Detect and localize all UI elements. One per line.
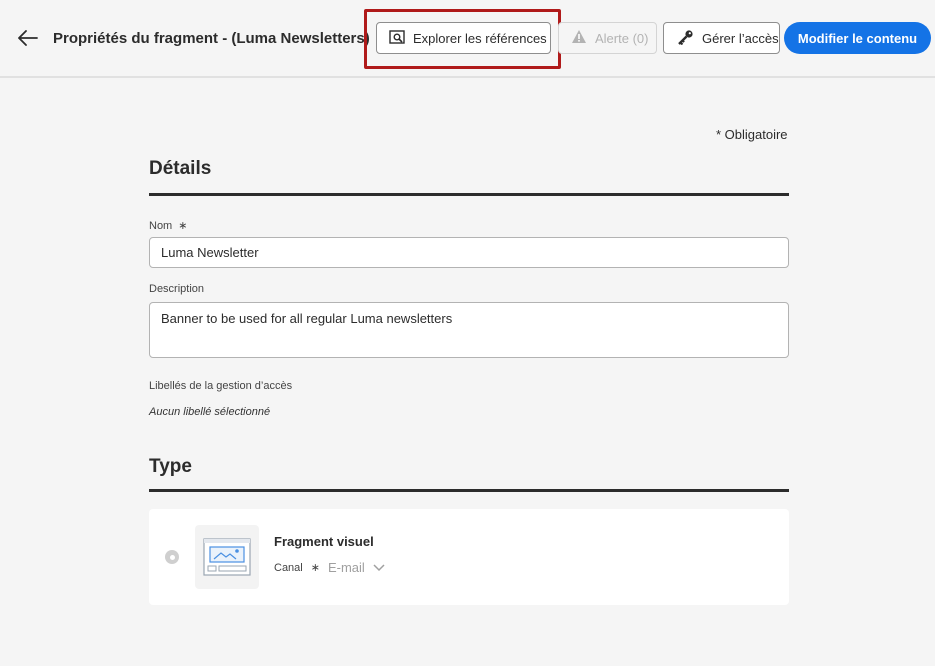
explore-references-button[interactable]: Explorer les références — [376, 22, 551, 54]
page-title: Propriétés du fragment - (Luma Newslette… — [53, 30, 370, 47]
description-label: Description — [149, 283, 205, 295]
access-labels-label: Libellés de la gestion d’accès — [149, 380, 293, 392]
visual-fragment-thumbnail-icon — [195, 525, 259, 589]
name-input[interactable]: Luma Newsletter — [149, 237, 789, 268]
key-icon — [676, 29, 694, 48]
channel-required-asterisk: ∗ — [310, 562, 320, 574]
channel-select[interactable]: E-mail — [328, 560, 385, 575]
manage-access-button[interactable]: Gérer l’accès — [663, 22, 780, 54]
channel-label: Canal — [274, 561, 303, 574]
type-divider — [149, 489, 789, 492]
visual-fragment-card[interactable]: Fragment visuel Canal ∗ E-mail — [149, 509, 789, 605]
name-field-label: Nom ∗ — [149, 219, 188, 232]
details-heading: Détails — [149, 158, 212, 179]
description-textarea[interactable]: Banner to be used for all regular Luma n… — [149, 302, 789, 358]
chevron-down-icon — [373, 560, 385, 575]
channel-value: E-mail — [327, 560, 365, 575]
name-label-text: Nom — [149, 220, 173, 232]
top-bar: Propriétés du fragment - (Luma Newslette… — [0, 0, 935, 78]
explore-references-label: Explorer les références — [413, 30, 547, 46]
type-radio[interactable] — [165, 550, 179, 564]
manage-access-label: Gérer l’accès — [702, 30, 779, 46]
edit-content-label: Modifier le contenu — [797, 30, 918, 46]
alert-button: Alerte (0) — [558, 22, 657, 54]
required-note: * Obligatoire — [716, 127, 788, 142]
required-asterisk: ∗ — [178, 220, 188, 232]
type-heading: Type — [149, 456, 192, 477]
edit-content-button[interactable]: Modifier le contenu — [784, 22, 931, 54]
alert-label: Alerte (0) — [595, 30, 649, 46]
warning-icon — [571, 29, 587, 47]
search-references-icon — [389, 29, 405, 48]
details-divider — [149, 193, 789, 196]
back-arrow-icon[interactable] — [16, 26, 40, 50]
channel-field: Canal ∗ E-mail — [274, 560, 385, 575]
visual-fragment-title: Fragment visuel — [274, 534, 374, 549]
access-labels-value: Aucun libellé sélectionné — [149, 406, 271, 418]
